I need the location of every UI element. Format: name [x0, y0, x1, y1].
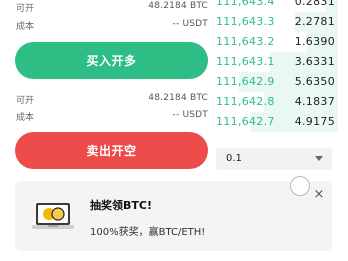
order-book-row[interactable]: 111,642.9 5.6350 [214, 72, 338, 92]
bid-price: 111,643.2 [216, 35, 275, 48]
buy-cost-row: 成本 -- USDT [16, 19, 208, 33]
order-book-row[interactable]: 111,643.3 2.2781 [214, 12, 338, 32]
precision-select[interactable]: 0.1 [216, 148, 332, 170]
floating-circle-icon [290, 176, 310, 196]
order-book-row[interactable]: 111,642.8 4.1837 [214, 92, 338, 112]
buy-cost-value: -- USDT [172, 19, 208, 29]
buy-available-row: 可开 48.2184 BTC [16, 1, 208, 15]
bid-amount: 4.1837 [294, 95, 335, 108]
sell-available-row: 可开 48.2184 BTC [16, 93, 208, 107]
sell-available-label: 可开 [16, 96, 35, 106]
precision-value: 0.1 [226, 153, 242, 164]
bid-amount: 3.6331 [294, 55, 335, 68]
bid-price: 111,642.9 [216, 75, 275, 88]
bid-amount: 1.6390 [294, 35, 335, 48]
order-book-row[interactable]: 111,642.7 4.9175 [214, 112, 338, 132]
laptop-btc-illustration-icon [32, 203, 74, 229]
bid-amount: 5.6350 [294, 75, 335, 88]
bid-amount: 2.2781 [294, 15, 335, 28]
order-book-row[interactable]: 111,643.1 3.6331 [214, 52, 338, 72]
bid-price: 111,643.4 [216, 0, 275, 8]
sell-available-value: 48.2184 BTC [148, 93, 208, 103]
sell-open-short-button[interactable]: 卖出开空 [15, 132, 208, 169]
bid-amount: 0.2831 [294, 0, 335, 8]
sell-cost-row: 成本 -- USDT [16, 110, 208, 124]
lottery-promo-card[interactable]: 抽奖领BTC! 100%获奖，赢BTC/ETH! × [15, 181, 332, 251]
buy-cost-label: 成本 [16, 22, 35, 32]
buy-available-label: 可开 [16, 4, 35, 14]
chevron-down-icon [315, 156, 323, 161]
bid-price: 111,642.8 [216, 95, 275, 108]
buy-available-value: 48.2184 BTC [148, 1, 208, 11]
buy-open-long-button[interactable]: 买入开多 [15, 42, 208, 79]
order-book-row[interactable]: 111,643.2 1.6390 [214, 32, 338, 52]
bid-price: 111,643.3 [216, 15, 275, 28]
sell-cost-value: -- USDT [172, 110, 208, 120]
promo-title: 抽奖领BTC! [90, 199, 152, 212]
close-icon[interactable]: × [312, 188, 326, 202]
bid-price: 111,643.1 [216, 55, 275, 68]
promo-subtitle: 100%获奖，赢BTC/ETH! [90, 227, 206, 238]
order-book-row[interactable]: 111,643.4 0.2831 [214, 0, 338, 12]
bid-amount: 4.9175 [294, 115, 335, 128]
bid-price: 111,642.7 [216, 115, 275, 128]
sell-cost-label: 成本 [16, 113, 35, 123]
